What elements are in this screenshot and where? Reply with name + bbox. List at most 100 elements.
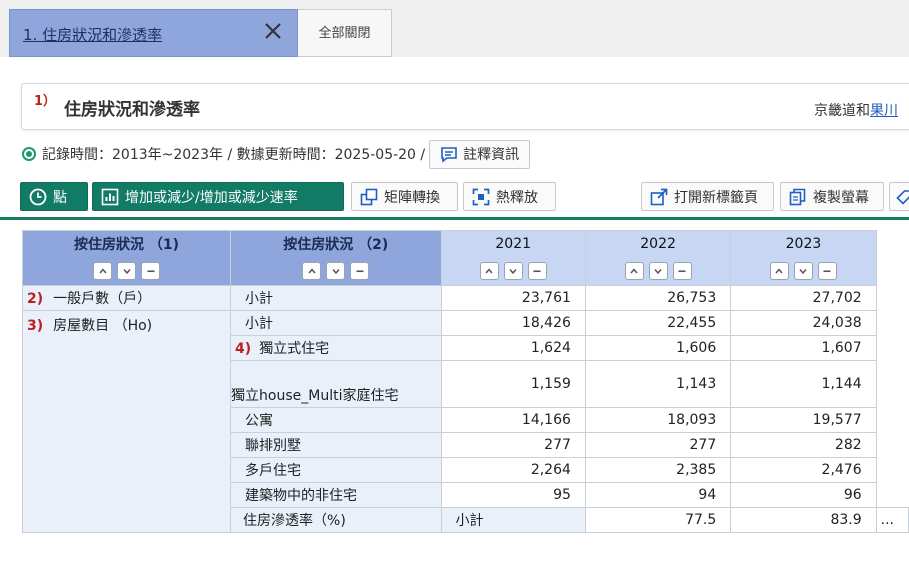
cell-value: 77.5 [584,507,732,533]
table-title-card: 1） 住房狀況和滲透率 京畿道和果川 [21,83,909,130]
row-label-2: 小計 [230,310,442,336]
row-label-1: 2) 一般戶數（戶） [21,285,232,311]
cell-value: 19,577 [730,407,877,433]
footnote-marker[interactable]: 2) [27,291,43,307]
row-label-2: 小計 [230,285,442,311]
copy-icon [789,188,806,205]
hotspot-button[interactable]: 熱釋放 [463,182,556,211]
cell-value: 1,607 [730,335,877,361]
cell-value: 277 [584,432,732,458]
change-rate-label: 增加或減少/增加或減少速率 [125,189,298,206]
footnote-marker[interactable]: 3) [27,318,43,334]
remove-icon[interactable] [141,261,161,280]
matrix-label: 矩陣轉換 [384,189,440,206]
row-label-1: 住房滲透率（%) [230,507,442,533]
region-text: 京畿道和 [814,103,870,119]
tab-housing-status[interactable]: 1. 住房狀況和滲透率 [9,9,298,57]
comment-icon [441,146,457,163]
change-rate-button[interactable]: 增加或減少/增加或減少速率 [92,182,344,211]
sort-descending-icon[interactable] [793,261,813,280]
sort-descending-icon[interactable] [117,261,137,280]
matrix-transform-button[interactable]: 矩陣轉換 [351,182,458,211]
remove-icon[interactable] [527,261,547,280]
sort-ascending-icon[interactable] [302,261,322,280]
row-label-2: 建築物中的非住宅 [230,482,442,508]
cell-value: 94 [584,482,732,508]
cell-value: 2,385 [584,457,732,483]
year-header-2022: 2022 [584,230,732,258]
copy-label: 複製螢幕 [813,189,869,206]
cell-value: 1,143 [584,360,732,408]
copy-screen-button[interactable]: 複製螢幕 [780,182,884,211]
data-table: 按住房狀況 （1) 按住房狀況 （2) 2021 2022 2023 2) 一般戶… [21,230,909,533]
cell-value: 282 [730,432,877,458]
hotspot-label: 熱釋放 [496,189,538,206]
sort-descending-icon[interactable] [503,261,523,280]
page-title: 住房狀況和滲透率 [64,100,200,120]
cell-value: 1,159 [440,360,586,408]
remove-icon[interactable] [817,261,837,280]
category-label: 一般戶數（戶） [53,291,152,307]
sort-descending-icon[interactable] [648,261,668,280]
clock-icon [29,188,47,205]
cell-value: 2,264 [440,457,586,483]
region-link[interactable]: 果川 [870,103,898,119]
close-icon[interactable] [260,18,286,46]
cell-value: 23,761 [440,285,586,311]
point-button[interactable]: 點 [20,182,88,211]
row-label-2: 公寓 [230,407,442,433]
year-header-2023: 2023 [730,230,877,258]
toolbar-divider [0,217,909,220]
new-tab-icon [650,188,668,205]
sort-descending-icon[interactable] [326,261,346,280]
cell-value: 1,144 [730,360,877,408]
sub-category-label: 獨立式住宅 [259,341,330,357]
open-new-tab-button[interactable]: 打開新標籤頁 [641,182,774,211]
cell-value: 18,093 [584,407,732,433]
cell-value: 277 [440,432,586,458]
point-label: 點 [53,189,67,206]
row-label-1: 3) 房屋數目 （Ho) [21,310,232,533]
footnote-marker[interactable]: 4) [235,341,251,357]
sort-ascending-icon[interactable] [479,261,499,280]
tag-icon [896,189,909,205]
close-all-button[interactable]: 全部關閉 [298,9,392,57]
cell-value: 83.9 [730,507,877,533]
new-tab-label: 打開新標籤頁 [674,189,758,206]
remove-icon[interactable] [350,261,370,280]
update-info: 記錄時間：2013年~2023年 / 數據更新時間：2025-05-20 / 註… [22,139,531,169]
matrix-icon [360,188,378,205]
sort-controls [440,257,586,286]
cell-value: 95 [440,482,586,508]
tab-title[interactable]: 1. 住房狀況和滲透率 [23,24,162,45]
cell-value: 24,038 [730,310,877,336]
sort-controls [230,257,442,286]
notes-button[interactable]: 註釋資訊 [429,139,531,169]
row-header-1: 按住房狀況 （1) [21,230,232,258]
sort-controls [584,257,732,286]
cell-value: ... [875,507,909,533]
cell-value: 27,702 [730,285,877,311]
cell-value: 2,476 [730,457,877,483]
cell-value: 1,624 [440,335,586,361]
category-label: 房屋數目 （Ho) [53,318,153,334]
expand-icon [472,188,490,205]
sort-controls [730,257,877,286]
row-label-2: 聯排別墅 [230,432,442,458]
row-label-2: 多戶住宅 [230,457,442,483]
sort-ascending-icon[interactable] [93,261,113,280]
cell-value: 22,455 [584,310,732,336]
cell-value: 26,753 [584,285,732,311]
notes-label: 註釋資訊 [463,147,520,163]
table-row: 3) 房屋數目 （Ho) 小計 18,426 22,455 24,038 [21,310,909,533]
sort-ascending-icon[interactable] [769,261,789,280]
table-number: 1） [34,94,57,109]
table-row: 2) 一般戶數（戶） 小計 23,761 26,753 27,702 [21,285,909,311]
row-label-2: 4) 獨立式住宅 [230,335,442,361]
bar-chart-icon [101,188,119,205]
cell-value: 1,606 [584,335,732,361]
sort-ascending-icon[interactable] [624,261,644,280]
more-tools-button[interactable] [889,182,909,211]
remove-icon[interactable] [672,261,692,280]
toolbar: 點 增加或減少/增加或減少速率 矩陣轉換 熱釋放 打開新標籤頁 複製螢幕 [20,182,909,211]
